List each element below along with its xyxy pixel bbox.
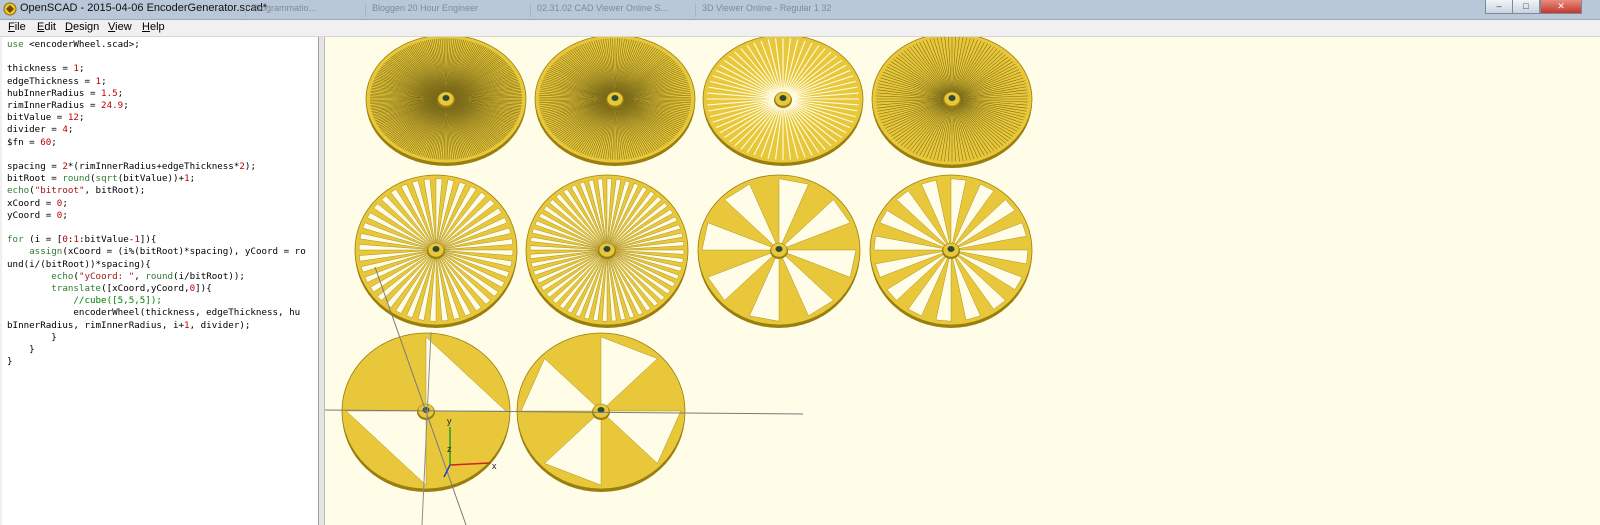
menu-file[interactable]: File bbox=[8, 21, 26, 33]
wheel-hub-hole bbox=[947, 246, 955, 252]
menu-label: esign bbox=[72, 21, 100, 33]
menu-help[interactable]: Help bbox=[142, 21, 165, 33]
menu-view[interactable]: View bbox=[108, 21, 132, 33]
menu-mnemonic: F bbox=[8, 21, 15, 33]
title-bar: OpenSCAD - 2015-04-06 EncoderGenerator.s… bbox=[0, 0, 1600, 20]
encoder-wheels bbox=[341, 37, 1033, 492]
menu-label: iew bbox=[115, 21, 132, 33]
wheel-hub-hole bbox=[432, 246, 440, 252]
wheel-hub-hole bbox=[611, 95, 619, 101]
minimize-button[interactable]: – bbox=[1485, 0, 1513, 14]
background-tab[interactable]: 02.31.02 CAD Viewer Online S... bbox=[530, 3, 677, 17]
encoder-wheel bbox=[534, 37, 696, 166]
wheel-hub-hole bbox=[442, 95, 450, 101]
wheel-hub-hole bbox=[775, 246, 783, 252]
encoder-wheel bbox=[871, 37, 1033, 168]
background-tab[interactable]: Programmatio... bbox=[245, 3, 347, 17]
wheel-hub-hole bbox=[948, 95, 956, 101]
menu-label: elp bbox=[149, 21, 165, 33]
menu-bar: File Edit Design View Help bbox=[0, 20, 1600, 37]
3d-viewport[interactable]: x y z bbox=[325, 37, 1600, 525]
axis-label-y: y bbox=[447, 416, 452, 426]
axis-label-z: z bbox=[447, 444, 452, 454]
close-button[interactable]: ✕ bbox=[1540, 0, 1582, 14]
axis-label-x: x bbox=[492, 461, 497, 471]
encoder-wheel bbox=[365, 37, 527, 166]
background-window-tabs: Programmatio... Bloggen 20 Hour Engineer… bbox=[245, 3, 945, 17]
menu-mnemonic: D bbox=[65, 21, 73, 33]
menu-design[interactable]: Design bbox=[65, 21, 99, 33]
encoder-wheel bbox=[525, 174, 689, 328]
encoder-wheel bbox=[354, 174, 518, 328]
encoder-wheel bbox=[702, 37, 864, 166]
openscad-app-icon bbox=[3, 2, 17, 16]
render-canvas[interactable]: x y z bbox=[325, 37, 1600, 525]
encoder-wheel bbox=[697, 174, 861, 328]
code-editor[interactable]: use <encoderWheel.scad>; thickness = 1; … bbox=[2, 37, 319, 525]
encoder-wheel bbox=[869, 174, 1033, 328]
menu-label: ile bbox=[14, 21, 26, 33]
wheel-hub-hole bbox=[603, 246, 611, 252]
code-text[interactable]: use <encoderWheel.scad>; thickness = 1; … bbox=[2, 37, 318, 368]
background-tab[interactable]: 3D Viewer Online - Regular 1 32 bbox=[695, 3, 832, 17]
menu-label: dit bbox=[44, 21, 56, 33]
menu-edit[interactable]: Edit bbox=[37, 21, 56, 33]
window-title: OpenSCAD - 2015-04-06 EncoderGenerator.s… bbox=[20, 2, 268, 14]
wheel-hub-hole bbox=[779, 95, 787, 101]
maximize-button[interactable]: □ bbox=[1512, 0, 1540, 14]
background-tab[interactable]: Bloggen 20 Hour Engineer bbox=[365, 3, 512, 17]
menu-mnemonic: H bbox=[142, 21, 150, 33]
